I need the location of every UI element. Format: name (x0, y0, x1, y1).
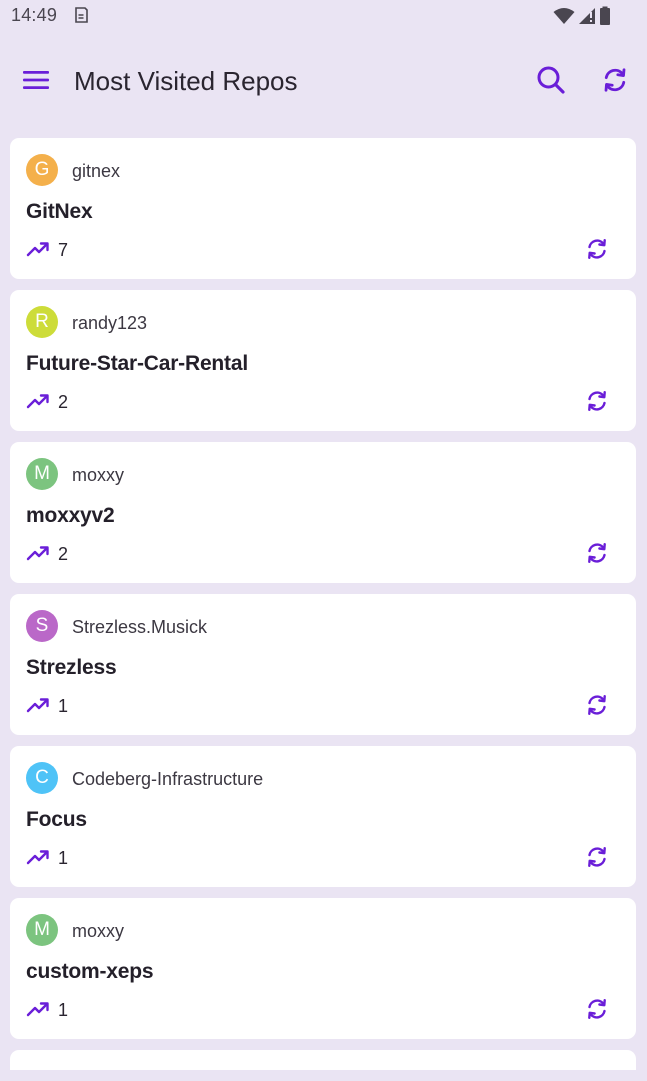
status-bar: 14:49 (0, 0, 647, 32)
visit-count: 1 (58, 696, 69, 716)
repo-owner: Codeberg-Infrastructure (72, 769, 264, 789)
reset-counter-button[interactable] (584, 388, 610, 414)
trending-up-icon (26, 850, 49, 865)
app-bar: Most Visited Repos (0, 48, 647, 112)
avatar: M (26, 914, 58, 946)
repo-name: custom-xeps (26, 960, 154, 983)
repo-name: Future-Star-Car-Rental (26, 352, 248, 375)
avatar: M (26, 458, 58, 490)
trending-up-icon (26, 1002, 49, 1017)
repo-name: moxxyv2 (26, 504, 115, 527)
refresh-icon (588, 543, 606, 563)
status-indicators (553, 5, 611, 27)
visit-count: 2 (58, 392, 69, 412)
visit-count: 2 (58, 544, 69, 564)
trending-up-icon (26, 546, 49, 561)
repo-list: G gitnex GitNex 7 R randy123 Future-Star… (10, 138, 636, 1081)
reset-counter-button[interactable] (584, 540, 610, 566)
avatar: S (26, 610, 58, 642)
reset-counter-button[interactable] (584, 692, 610, 718)
repo-owner: randy123 (72, 313, 148, 333)
repo-card[interactable]: S Strezless.Musick Strezless 1 (10, 594, 636, 735)
repo-card[interactable]: M moxxy moxxyv2 2 (10, 442, 636, 583)
trending-up-icon (26, 394, 49, 409)
sim-card-icon (75, 7, 88, 23)
repo-owner: moxxy (72, 465, 125, 485)
repo-card[interactable]: R randy123 Future-Star-Car-Rental 2 (10, 290, 636, 431)
repo-name: Strezless (26, 656, 117, 679)
refresh-button[interactable] (596, 62, 634, 98)
wifi-icon (553, 8, 575, 24)
search-button[interactable] (532, 62, 570, 98)
avatar: C (26, 762, 58, 794)
repo-owner: Strezless.Musick (72, 617, 208, 637)
repo-owner: gitnex (72, 161, 121, 181)
repo-card[interactable]: G gitnex GitNex 7 (10, 138, 636, 279)
refresh-icon (588, 391, 606, 411)
cell-signal-icon (579, 8, 595, 24)
reset-counter-button[interactable] (584, 844, 610, 870)
reset-counter-button[interactable] (584, 236, 610, 262)
repo-name: GitNex (26, 200, 93, 223)
repo-owner: moxxy (72, 921, 125, 941)
refresh-icon (604, 68, 626, 92)
repo-card[interactable]: C Codeberg-Infrastructure Focus 1 (10, 746, 636, 887)
refresh-icon (588, 239, 606, 259)
repo-card[interactable]: M moxxy custom-xeps 1 (10, 898, 636, 1039)
trending-up-icon (26, 242, 49, 257)
reset-counter-button[interactable] (584, 996, 610, 1022)
refresh-icon (588, 847, 606, 867)
refresh-icon (588, 999, 606, 1019)
refresh-icon (588, 695, 606, 715)
repo-card-partial[interactable] (10, 1050, 636, 1070)
avatar: G (26, 154, 58, 186)
visit-count: 1 (58, 1000, 69, 1020)
visit-count: 1 (58, 848, 69, 868)
trending-up-icon (26, 698, 49, 713)
page-title: Most Visited Repos (74, 66, 298, 96)
menu-icon (23, 71, 49, 89)
menu-button[interactable] (18, 62, 54, 98)
search-icon (537, 66, 565, 94)
repo-name: Focus (26, 808, 87, 831)
status-time: 14:49 (11, 5, 58, 25)
visit-count: 7 (58, 240, 69, 260)
avatar: R (26, 306, 58, 338)
battery-icon (600, 6, 610, 25)
